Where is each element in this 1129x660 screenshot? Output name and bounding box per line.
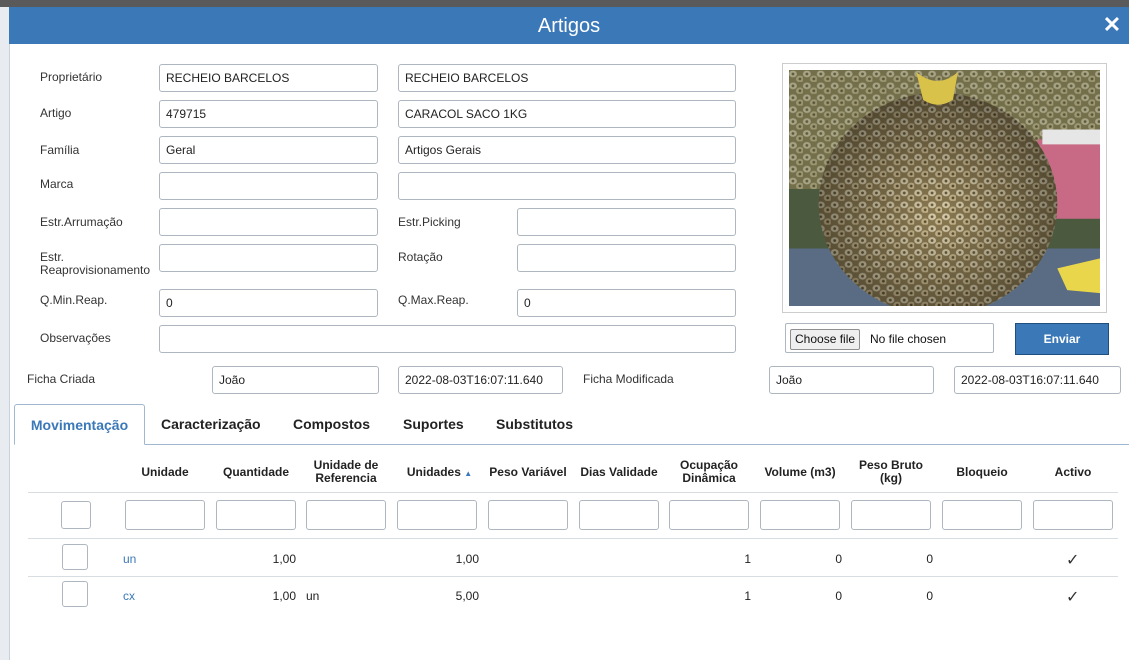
filter-unidade-ref[interactable] <box>306 500 386 530</box>
filter-peso-bruto[interactable] <box>851 500 931 530</box>
cell-unidade[interactable]: un <box>123 552 136 566</box>
qmin-field[interactable]: 0 <box>159 289 378 317</box>
marca-name-field[interactable] <box>398 172 736 200</box>
dialog-title: Artigos <box>537 15 601 37</box>
ficha-criada-label: Ficha Criada <box>27 372 96 386</box>
filter-bloqueio[interactable] <box>942 500 1022 530</box>
cell-unidades: 1,00 <box>455 552 479 566</box>
cell-volume: 0 <box>835 589 842 603</box>
estr-arrumacao-field[interactable] <box>159 208 378 236</box>
choose-file-button[interactable]: Choose file <box>790 329 861 350</box>
ficha-criada-date-field[interactable]: 2022-08-03T16:07:11.640 <box>398 366 563 394</box>
ficha-criada-user-field[interactable]: João <box>212 366 379 394</box>
filter-unidade[interactable] <box>125 500 205 530</box>
tab-compostos[interactable]: Compostos <box>293 404 370 444</box>
select-all-checkbox[interactable] <box>61 501 91 529</box>
estr-arrumacao-label: Estr.Arrumação <box>40 215 123 229</box>
col-header-unidades-label: Unidades <box>406 465 461 479</box>
close-icon[interactable]: ✕ <box>1099 12 1125 38</box>
marca-label: Marca <box>40 177 74 191</box>
row-divider <box>28 576 1118 577</box>
row-checkbox[interactable] <box>62 544 88 570</box>
enviar-button[interactable]: Enviar <box>1015 323 1109 355</box>
col-header-quantidade[interactable]: Quantidade <box>216 466 296 479</box>
filter-quantidade[interactable] <box>216 500 296 530</box>
artigo-code-field[interactable]: 479715 <box>159 100 378 128</box>
rotacao-field[interactable] <box>517 244 736 272</box>
proprietario-code-field[interactable]: RECHEIO BARCELOS <box>159 64 378 92</box>
cell-quantidade: 1,00 <box>272 589 296 603</box>
col-header-volume[interactable]: Volume (m3) <box>760 466 840 479</box>
estr-reaprov-label-2: Reaprovisionamento <box>40 263 151 277</box>
col-header-ocupacao-2: Dinâmica <box>682 471 736 485</box>
sort-ascending-icon: ▲ <box>464 469 473 478</box>
estr-picking-field[interactable] <box>517 208 736 236</box>
filter-peso-variavel[interactable] <box>488 500 568 530</box>
filter-dias-validade[interactable] <box>579 500 659 530</box>
activo-check-icon: ✓ <box>1066 552 1080 569</box>
qmax-label: Q.Max.Reap. <box>398 293 469 307</box>
proprietario-name-field[interactable]: RECHEIO BARCELOS <box>398 64 736 92</box>
artigo-name-field[interactable]: CARACOL SACO 1KG <box>398 100 736 128</box>
product-photo-image <box>789 70 1100 306</box>
col-header-unidade-ref-2: Referencia <box>315 471 377 485</box>
ficha-modificada-user-field[interactable]: João <box>769 366 934 394</box>
rotacao-label: Rotação <box>398 250 443 264</box>
familia-name-field[interactable]: Artigos Gerais <box>398 136 736 164</box>
estr-reaprov-field[interactable] <box>159 244 378 272</box>
tab-suportes[interactable]: Suportes <box>403 404 464 444</box>
col-header-unidade[interactable]: Unidade <box>125 466 205 479</box>
observacoes-textarea[interactable] <box>159 325 736 353</box>
ficha-modificada-label: Ficha Modificada <box>583 372 674 386</box>
row-checkbox[interactable] <box>62 581 88 607</box>
dialog-titlebar: Artigos ✕ <box>9 7 1129 44</box>
marca-code-field[interactable] <box>159 172 378 200</box>
background-page-edge <box>0 7 10 660</box>
filter-ocupacao[interactable] <box>669 500 749 530</box>
cell-volume: 0 <box>835 552 842 566</box>
file-status: No file chosen <box>870 332 947 346</box>
tab-movimentacao[interactable]: Movimentação <box>14 404 145 445</box>
estr-picking-label: Estr.Picking <box>398 215 461 229</box>
tab-substitutos[interactable]: Substitutos <box>496 404 573 444</box>
cell-quantidade: 1,00 <box>272 552 296 566</box>
observacoes-label: Observações <box>40 331 111 345</box>
filter-divider <box>28 538 1118 539</box>
cell-peso-bruto: 0 <box>926 552 933 566</box>
activo-check-icon: ✓ <box>1066 589 1080 606</box>
familia-code-field[interactable]: Geral <box>159 136 378 164</box>
filter-activo[interactable] <box>1033 500 1113 530</box>
artigo-label: Artigo <box>40 106 72 120</box>
header-divider <box>28 492 1118 493</box>
col-header-peso-bruto-2: (kg) <box>880 471 902 485</box>
col-header-peso-variavel[interactable]: Peso Variável <box>488 466 568 479</box>
filter-volume[interactable] <box>760 500 840 530</box>
qmax-field[interactable]: 0 <box>517 289 736 317</box>
col-header-unidades[interactable]: Unidades ▲ <box>397 466 482 480</box>
tab-bar: Movimentação Caracterização Compostos Su… <box>14 404 1129 445</box>
cell-peso-bruto: 0 <box>926 589 933 603</box>
cell-unidade-ref: un <box>306 589 320 603</box>
cell-ocupacao: 1 <box>744 589 751 603</box>
cell-ocupacao: 1 <box>744 552 751 566</box>
cell-unidade[interactable]: cx <box>123 589 135 603</box>
cell-unidades: 5,00 <box>455 589 479 603</box>
filter-unidades[interactable] <box>397 500 477 530</box>
proprietario-label: Proprietário <box>40 70 103 84</box>
col-header-activo[interactable]: Activo <box>1033 466 1113 479</box>
product-photo <box>782 63 1107 313</box>
qmin-label: Q.Min.Reap. <box>40 293 108 307</box>
file-input[interactable]: Choose file No file chosen <box>785 323 994 353</box>
tab-caracterizacao[interactable]: Caracterização <box>161 404 261 444</box>
col-header-bloqueio[interactable]: Bloqueio <box>942 466 1022 479</box>
top-border <box>0 0 1129 7</box>
col-header-dias-validade[interactable]: Dias Validade <box>579 466 659 479</box>
familia-label: Família <box>40 143 80 157</box>
ficha-modificada-date-field[interactable]: 2022-08-03T16:07:11.640 <box>954 366 1121 394</box>
